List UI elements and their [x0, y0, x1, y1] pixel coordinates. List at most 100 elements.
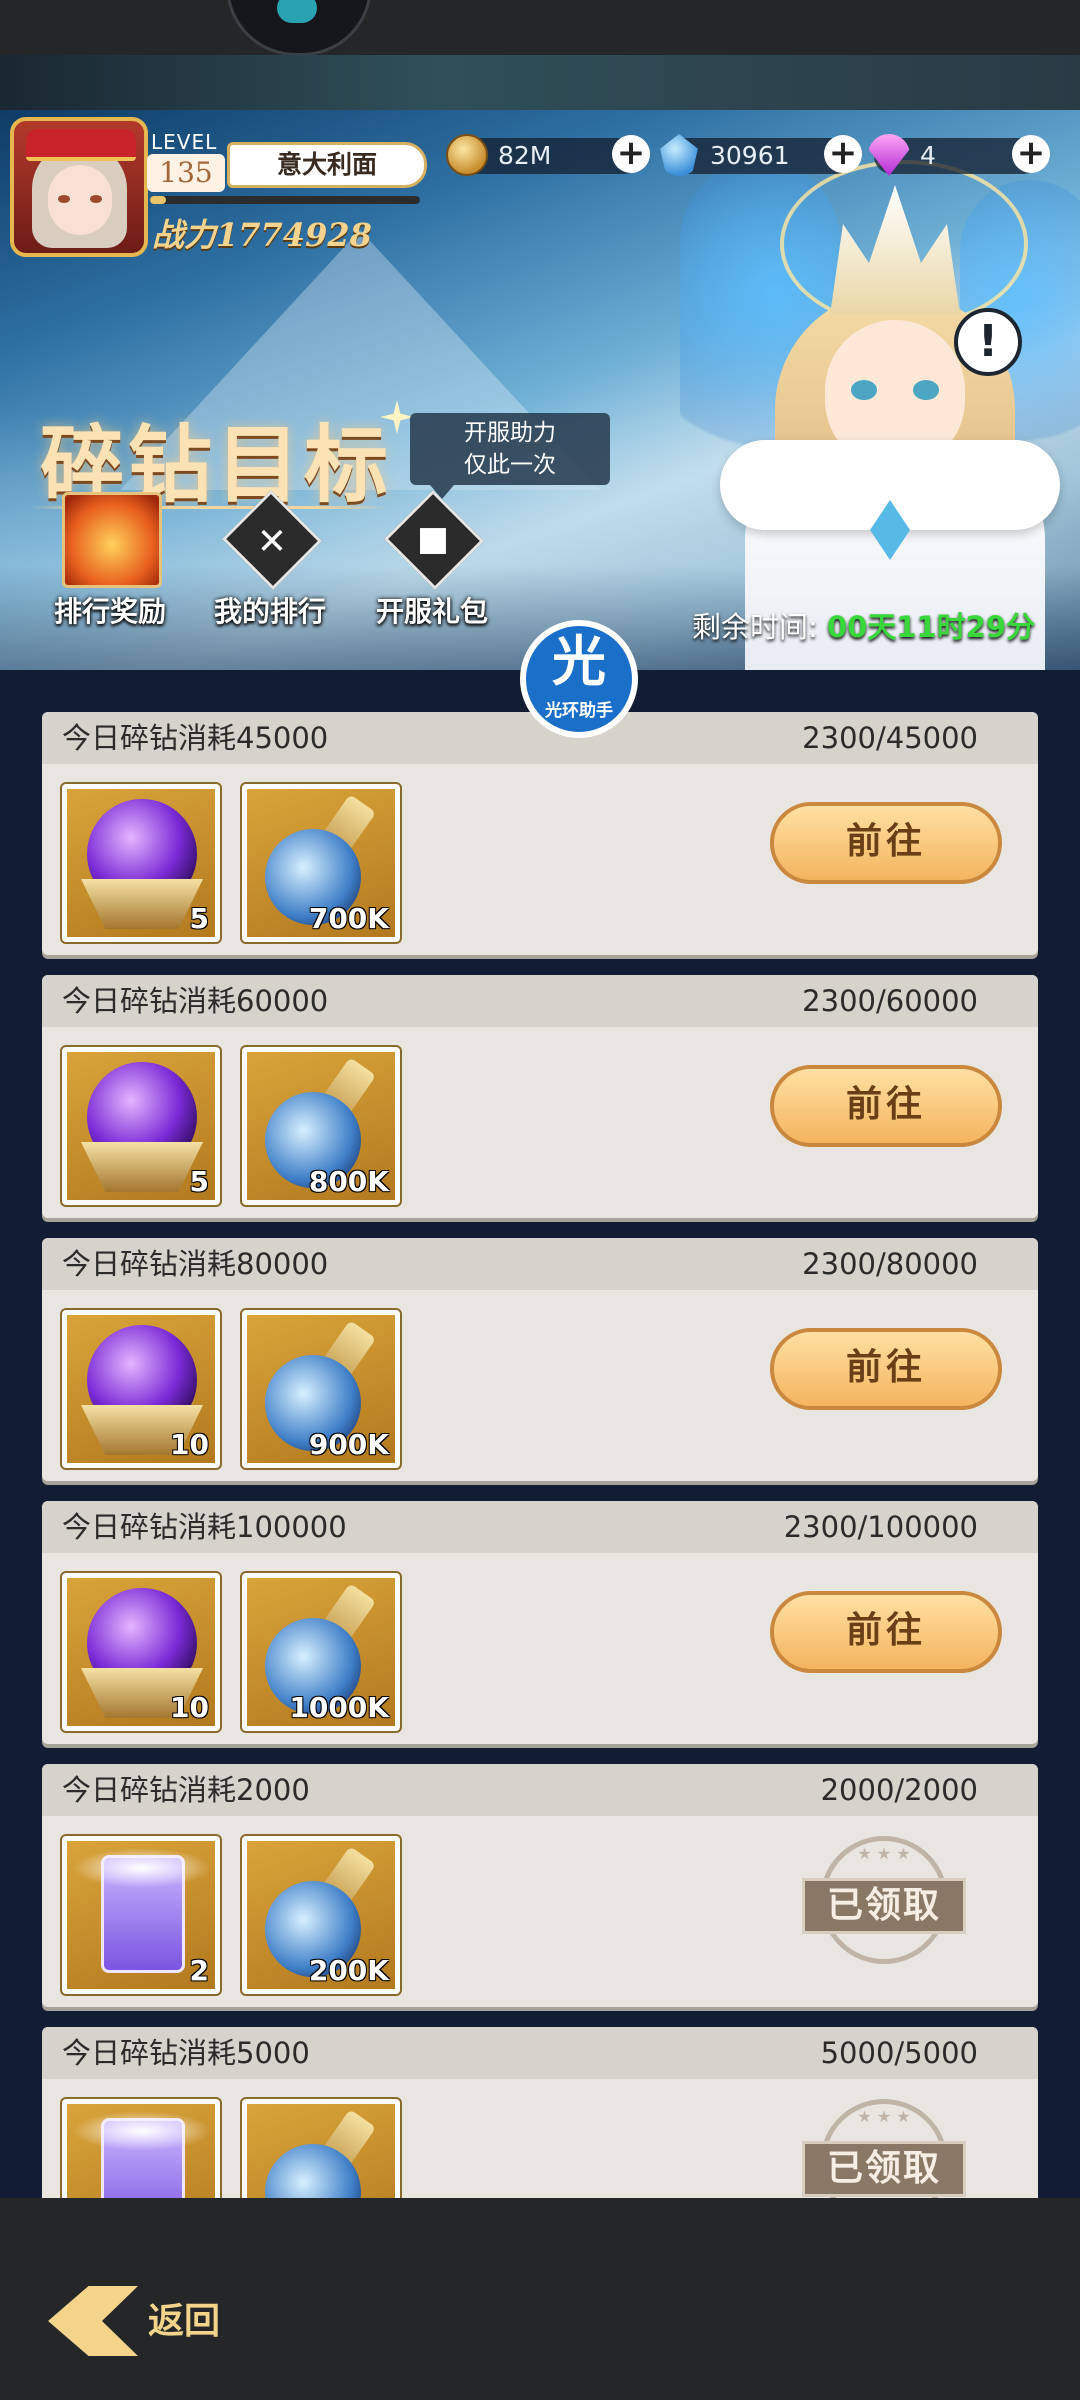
card-icon	[72, 1848, 212, 1973]
coin-counter: 82M +	[446, 134, 650, 176]
item-quantity: 10	[170, 1691, 209, 1724]
goto-button[interactable]: 前往	[770, 802, 1002, 884]
reward-item[interactable]: 10	[60, 1571, 222, 1733]
task-progress: 2300/100000	[783, 1510, 978, 1544]
player-name: 意大利面	[227, 142, 427, 188]
reward-item[interactable]: 800K	[240, 1045, 402, 1207]
item-quantity: 700K	[308, 902, 389, 935]
task-title: 今日碎钻消耗5000	[62, 2036, 310, 2070]
ranking-rewards-label: 排行奖励	[53, 595, 166, 628]
reward-item[interactable]	[240, 2097, 402, 2198]
task-card: 今日碎钻消耗45000 2300/45000 5 700K 前往	[42, 712, 1038, 955]
task-card: 今日碎钻消耗60000 2300/60000 5 800K 前往	[42, 975, 1038, 1218]
task-progress: 2300/45000	[802, 721, 978, 755]
task-title: 今日碎钻消耗100000	[62, 1510, 347, 1544]
item-quantity: 5	[189, 902, 209, 935]
avatar-hat	[26, 129, 136, 161]
camera-notch-icon	[226, 0, 372, 56]
task-card: 今日碎钻消耗5000 5000/5000 ★ ★ ★ 已领取	[42, 2027, 1038, 2198]
remaining-time: 剩余时间: 00天11时29分	[692, 604, 1035, 646]
level-badge: LEVEL 135	[145, 128, 225, 196]
level-label: LEVEL	[151, 130, 218, 154]
reward-item[interactable]: 5	[60, 782, 222, 944]
timer-value: 00天11时29分	[827, 610, 1036, 644]
task-card: 今日碎钻消耗100000 2300/100000 10 1000K 前往	[42, 1501, 1038, 1744]
task-progress: 2300/80000	[802, 1247, 978, 1281]
launch-pack-button[interactable]: 开服礼包	[362, 490, 502, 628]
task-title: 今日碎钻消耗80000	[62, 1247, 329, 1281]
hero-illustration	[680, 140, 1080, 670]
player-avatar[interactable]	[10, 117, 148, 257]
my-ranking-label: 我的排行	[213, 595, 326, 628]
coin-value: 82M	[498, 141, 552, 170]
tip-line-1: 开服助力	[464, 420, 556, 446]
combat-power: 战力1774928	[152, 216, 372, 254]
coin-icon	[446, 134, 488, 176]
assistant-label: 光环助手	[545, 701, 613, 721]
reward-item[interactable]: 200K	[240, 1834, 402, 1996]
level-number: 135	[147, 154, 225, 192]
item-quantity: 800K	[308, 1165, 389, 1198]
avatar-eyes	[58, 195, 102, 203]
task-progress: 5000/5000	[820, 2036, 978, 2070]
add-crystals-button[interactable]: +	[824, 135, 862, 173]
tip-line-2: 仅此一次	[464, 452, 556, 478]
header-strip	[0, 55, 1080, 110]
reward-item[interactable]: 5	[60, 1045, 222, 1207]
back-button[interactable]: 返回	[148, 2288, 220, 2354]
claimed-label: 已领取	[802, 2141, 966, 2197]
assistant-icon: 光	[552, 630, 606, 693]
task-progress: 2300/60000	[802, 984, 978, 1018]
tip-bubble: 开服助力 仅此一次	[410, 413, 610, 499]
reward-item[interactable]	[60, 2097, 222, 2198]
phoenix-icon	[62, 492, 162, 588]
add-coins-button[interactable]: +	[612, 135, 650, 173]
diamond-value: 4	[920, 141, 936, 170]
goto-button[interactable]: 前往	[770, 1328, 1002, 1410]
launch-pack-label: 开服礼包	[375, 595, 488, 628]
exp-bar	[150, 196, 420, 204]
task-card: 今日碎钻消耗2000 2000/2000 2 200K ★ ★ ★ 已领取	[42, 1764, 1038, 2007]
orb-base	[81, 879, 203, 929]
orb-base	[81, 1142, 203, 1192]
stamp-stars: ★ ★ ★	[857, 2107, 911, 2126]
my-ranking-button[interactable]: 我的排行	[200, 490, 340, 628]
gift-icon	[384, 490, 484, 590]
item-quantity: 200K	[308, 1954, 389, 1987]
task-progress: 2000/2000	[820, 1773, 978, 1807]
assistant-float-button[interactable]: 光 光环助手	[520, 620, 638, 738]
reward-item[interactable]: 900K	[240, 1308, 402, 1470]
item-quantity: 900K	[308, 1428, 389, 1461]
reward-item[interactable]: 10	[60, 1308, 222, 1470]
task-title: 今日碎钻消耗45000	[62, 721, 329, 755]
reward-item[interactable]: 700K	[240, 782, 402, 944]
ranking-rewards-button[interactable]: 排行奖励	[40, 492, 180, 628]
shield-icon	[222, 490, 322, 590]
claimed-stamp: ★ ★ ★ 已领取	[802, 1836, 966, 1984]
goto-button[interactable]: 前往	[770, 1591, 1002, 1673]
goto-button[interactable]: 前往	[770, 1065, 1002, 1147]
task-title: 今日碎钻消耗60000	[62, 984, 329, 1018]
claimed-label: 已领取	[802, 1878, 966, 1934]
item-quantity: 2	[189, 1954, 209, 1987]
add-diamonds-button[interactable]: +	[1012, 135, 1050, 173]
hero-eyes	[845, 380, 945, 400]
task-title: 今日碎钻消耗2000	[62, 1773, 310, 1807]
status-bar	[0, 0, 1080, 56]
info-icon[interactable]: !	[954, 308, 1022, 376]
task-card: 今日碎钻消耗80000 2300/80000 10 900K 前往	[42, 1238, 1038, 1481]
diamond-counter: 4 +	[868, 134, 1050, 176]
timer-label: 剩余时间:	[692, 610, 818, 644]
exp-bar-fill	[150, 196, 167, 204]
crystal-value: 30961	[710, 141, 790, 170]
back-arrow-icon[interactable]	[48, 2286, 138, 2356]
crystal-counter: 30961 +	[660, 134, 862, 176]
stamp-stars: ★ ★ ★	[857, 1844, 911, 1863]
item-quantity: 10	[170, 1428, 209, 1461]
task-list[interactable]: 今日碎钻消耗45000 2300/45000 5 700K 前往 今日碎钻消耗6…	[0, 670, 1080, 2198]
reward-item[interactable]: 2	[60, 1834, 222, 1996]
item-quantity: 1000K	[289, 1691, 389, 1724]
card-icon	[72, 2111, 212, 2198]
bottom-bar: 返回	[0, 2198, 1080, 2400]
reward-item[interactable]: 1000K	[240, 1571, 402, 1733]
